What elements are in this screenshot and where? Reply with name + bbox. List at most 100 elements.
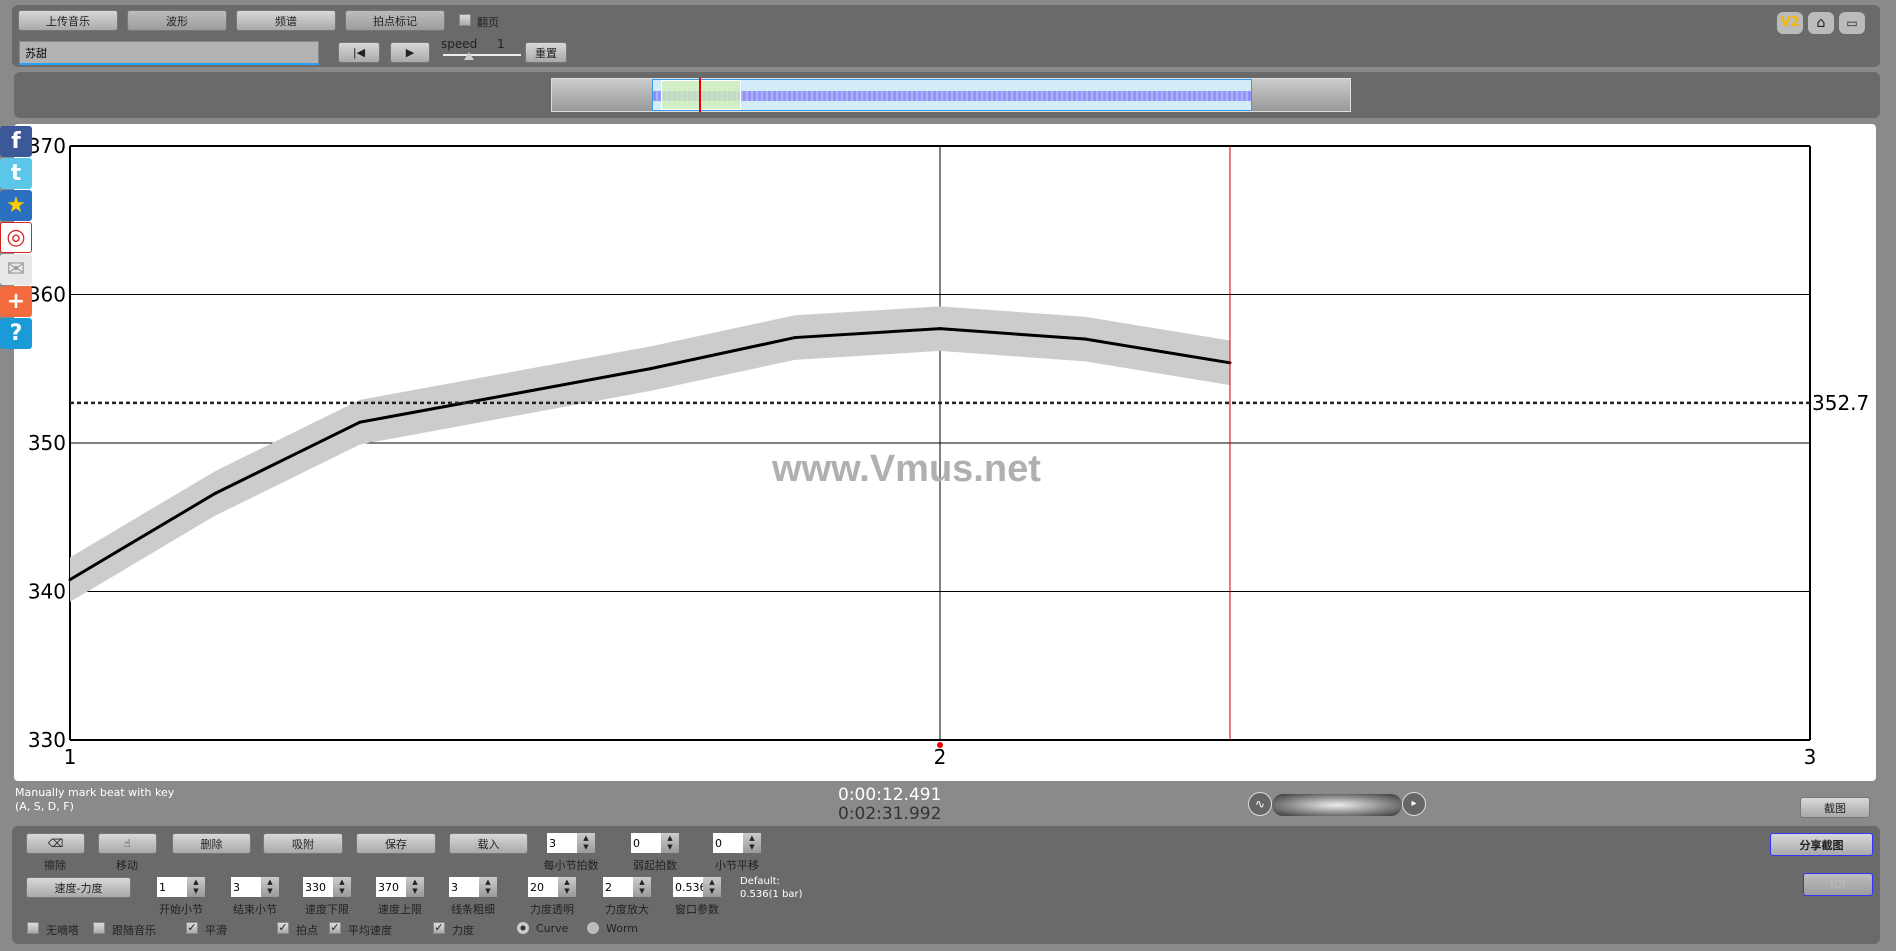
tempo-max-spinner[interactable]: ▲▼ <box>376 877 424 897</box>
dyn-alpha-input[interactable] <box>528 877 558 897</box>
avg-tempo-checkbox[interactable]: ✓ <box>329 922 341 934</box>
tempo-min-spinner[interactable]: ▲▼ <box>303 877 351 897</box>
star-icon[interactable]: ★ <box>0 190 32 221</box>
weibo-icon[interactable]: ◎ <box>0 222 32 253</box>
up-arrow-icon[interactable]: ▲ <box>639 878 644 887</box>
save-button[interactable]: 保存 <box>356 833 436 854</box>
pickup-arrows[interactable]: ▲ ▼ <box>661 833 679 853</box>
up-arrow-icon[interactable]: ▲ <box>564 878 569 887</box>
up-arrow-icon[interactable]: ▲ <box>583 834 588 843</box>
down-arrow-icon[interactable]: ▼ <box>412 887 417 896</box>
dyn-alpha-spinner[interactable]: ▲▼ <box>528 877 576 897</box>
down-arrow-icon[interactable]: ▼ <box>639 887 644 896</box>
follow-music-checkbox[interactable] <box>93 922 105 934</box>
pickup-input[interactable] <box>631 833 661 853</box>
worm-radio[interactable] <box>587 922 599 934</box>
up-arrow-icon[interactable]: ▲ <box>709 878 714 887</box>
tempo-point <box>1083 337 1087 341</box>
beats-per-bar-arrows[interactable]: ▲ ▼ <box>577 833 595 853</box>
line-width-spinner[interactable]: ▲▼ <box>449 877 497 897</box>
end-bar-spinner[interactable]: ▲▼ <box>231 877 279 897</box>
line-width-input[interactable] <box>449 877 479 897</box>
eraser-icon: ⌫ <box>47 837 64 850</box>
facebook-icon[interactable]: f <box>0 126 32 157</box>
waveform-toggle-icon[interactable]: ∿ <box>1248 792 1272 816</box>
end-bar-input[interactable] <box>231 877 261 897</box>
delete-button[interactable]: 删除 <box>172 833 251 854</box>
dyn-alpha-arrows[interactable]: ▲ ▼ <box>558 877 576 897</box>
bar-shift-arrows[interactable]: ▲ ▼ <box>743 833 761 853</box>
spectrum-toggle-icon[interactable]: ▸ <box>1402 792 1426 816</box>
tempo-max-label: 速度上限 <box>378 903 422 916</box>
beats-per-bar-spinner[interactable]: ▲▼ <box>547 833 595 853</box>
twitter-icon[interactable]: t <box>0 158 32 189</box>
down-arrow-icon[interactable]: ▼ <box>193 887 198 896</box>
up-arrow-icon[interactable]: ▲ <box>485 878 490 887</box>
down-arrow-icon[interactable]: ▼ <box>709 887 714 896</box>
default-value: 0.536(1 bar) <box>740 889 803 900</box>
snap-button[interactable]: 吸附 <box>263 833 343 854</box>
window-input[interactable] <box>673 877 703 897</box>
dynamics-band <box>70 306 1230 602</box>
down-arrow-icon[interactable]: ▼ <box>667 843 672 852</box>
zoom-slider[interactable] <box>1272 794 1402 816</box>
smooth-checkbox[interactable]: ✓ <box>186 922 198 934</box>
window-arrows[interactable]: ▲ ▼ <box>703 877 721 897</box>
up-arrow-icon[interactable]: ▲ <box>339 878 344 887</box>
beats-checkbox[interactable]: ✓ <box>277 922 289 934</box>
tempo-point <box>938 327 942 331</box>
down-arrow-icon[interactable]: ▼ <box>485 887 490 896</box>
start-bar-arrows[interactable]: ▲ ▼ <box>187 877 205 897</box>
tempo-max-input[interactable] <box>376 877 406 897</box>
end-bar-arrows[interactable]: ▲ ▼ <box>261 877 279 897</box>
tempo-min-input[interactable] <box>303 877 333 897</box>
load-button[interactable]: 载入 <box>449 833 528 854</box>
tempo-dynamics-button[interactable]: 速度-力度 <box>26 877 131 898</box>
tempo-max-arrows[interactable]: ▲ ▼ <box>406 877 424 897</box>
plus-icon[interactable]: + <box>0 286 32 317</box>
up-arrow-icon[interactable]: ▲ <box>267 878 272 887</box>
down-arrow-icon[interactable]: ▼ <box>339 887 344 896</box>
tempo-point <box>648 367 652 371</box>
x-tick-label: 1 <box>64 745 77 769</box>
dyn-scale-label: 力度放大 <box>605 903 649 916</box>
hint-keys: (A, S, D, F) <box>15 800 74 813</box>
beats-label: 拍点 <box>296 924 318 937</box>
line-width-arrows[interactable]: ▲ ▼ <box>479 877 497 897</box>
mail-icon[interactable]: ✉ <box>0 254 32 285</box>
y-tick-label: 330 <box>28 728 66 752</box>
ioi-button[interactable]: IOI <box>1803 873 1873 896</box>
share-screenshot-button[interactable]: 分享截图 <box>1770 833 1873 856</box>
window-spinner[interactable]: ▲▼ <box>673 877 721 897</box>
bar-shift-spinner[interactable]: ▲▼ <box>713 833 761 853</box>
tempo-min-arrows[interactable]: ▲ ▼ <box>333 877 351 897</box>
move-button[interactable]: ☝ <box>98 833 157 854</box>
up-arrow-icon[interactable]: ▲ <box>193 878 198 887</box>
dynamics-checkbox[interactable]: ✓ <box>433 922 445 934</box>
down-arrow-icon[interactable]: ▼ <box>564 887 569 896</box>
dyn-scale-arrows[interactable]: ▲ ▼ <box>633 877 651 897</box>
start-bar-input[interactable] <box>157 877 187 897</box>
erase-button[interactable]: ⌫ <box>26 833 85 854</box>
up-arrow-icon[interactable]: ▲ <box>412 878 417 887</box>
up-arrow-icon[interactable]: ▲ <box>749 834 754 843</box>
down-arrow-icon[interactable]: ▼ <box>267 887 272 896</box>
line-width-label: 线条粗细 <box>451 903 495 916</box>
hint-text: Manually mark beat with key <box>15 786 175 799</box>
dyn-scale-spinner[interactable]: ▲▼ <box>603 877 651 897</box>
help-icon[interactable]: ? <box>0 318 32 349</box>
dyn-scale-input[interactable] <box>603 877 633 897</box>
down-arrow-icon[interactable]: ▼ <box>583 843 588 852</box>
screenshot-button[interactable]: 截图 <box>1800 797 1870 818</box>
bar-shift-input[interactable] <box>713 833 743 853</box>
up-arrow-icon[interactable]: ▲ <box>667 834 672 843</box>
tempo-chart[interactable]: 330 340 350 360 370 1 2 3 352.7 <box>0 0 1896 790</box>
down-arrow-icon[interactable]: ▼ <box>749 843 754 852</box>
y-tick-label: 360 <box>28 283 66 307</box>
no-click-checkbox[interactable] <box>27 922 39 934</box>
pickup-spinner[interactable]: ▲▼ <box>631 833 679 853</box>
beats-per-bar-input[interactable] <box>547 833 577 853</box>
follow-music-label: 跟随音乐 <box>112 924 156 937</box>
start-bar-spinner[interactable]: ▲▼ <box>157 877 205 897</box>
curve-radio[interactable] <box>517 922 529 934</box>
